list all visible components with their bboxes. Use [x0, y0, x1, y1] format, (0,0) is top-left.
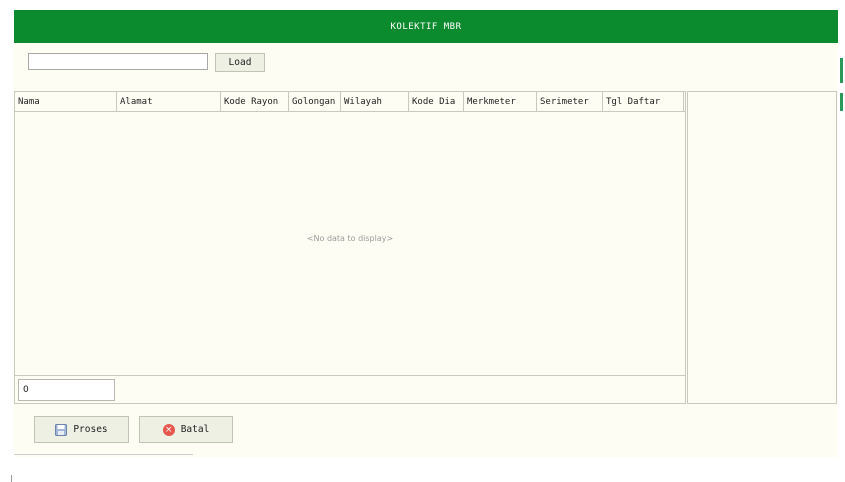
title-bar: KOLEKTIF MBR: [14, 10, 838, 43]
scrollbar-edge: [840, 58, 843, 83]
grid-header: Nama Alamat Kode Rayon Golongan Wilayah …: [15, 92, 685, 112]
column-header-tgl-daftar[interactable]: Tgl Daftar: [603, 92, 684, 111]
load-button-label: Load: [228, 57, 252, 68]
record-count: 0: [18, 379, 115, 401]
search-input[interactable]: [28, 53, 208, 70]
kolektif-mbr-panel: KOLEKTIF MBR Load Nama Alamat Kode Rayon…: [14, 10, 838, 457]
cancel-icon: ×: [162, 423, 175, 436]
column-header-merkmeter[interactable]: Merkmeter: [464, 92, 537, 111]
column-header-serimeter[interactable]: Serimeter: [537, 92, 603, 111]
page-title: KOLEKTIF MBR: [390, 21, 462, 32]
load-button[interactable]: Load: [215, 53, 265, 72]
proses-button-label: Proses: [73, 424, 108, 435]
empty-grid-message: <No data to display>: [306, 234, 394, 243]
side-panel: [687, 91, 837, 404]
divider: [14, 454, 193, 455]
column-header-nama[interactable]: Nama: [15, 92, 117, 111]
grid-footer: 0: [15, 375, 685, 404]
column-header-kode-rayon[interactable]: Kode Rayon: [221, 92, 289, 111]
batal-button[interactable]: × Batal: [139, 416, 233, 443]
column-header-golongan[interactable]: Golongan: [289, 92, 341, 111]
data-grid: Nama Alamat Kode Rayon Golongan Wilayah …: [14, 91, 686, 404]
batal-button-label: Batal: [180, 424, 210, 435]
divider: [11, 475, 12, 482]
floppy-disk-icon: [55, 423, 68, 436]
column-header-alamat[interactable]: Alamat: [117, 92, 221, 111]
column-header-wilayah[interactable]: Wilayah: [341, 92, 409, 111]
scrollbar-edge: [840, 93, 843, 111]
column-header-kode-dia[interactable]: Kode Dia: [409, 92, 464, 111]
proses-button[interactable]: Proses: [34, 416, 129, 443]
